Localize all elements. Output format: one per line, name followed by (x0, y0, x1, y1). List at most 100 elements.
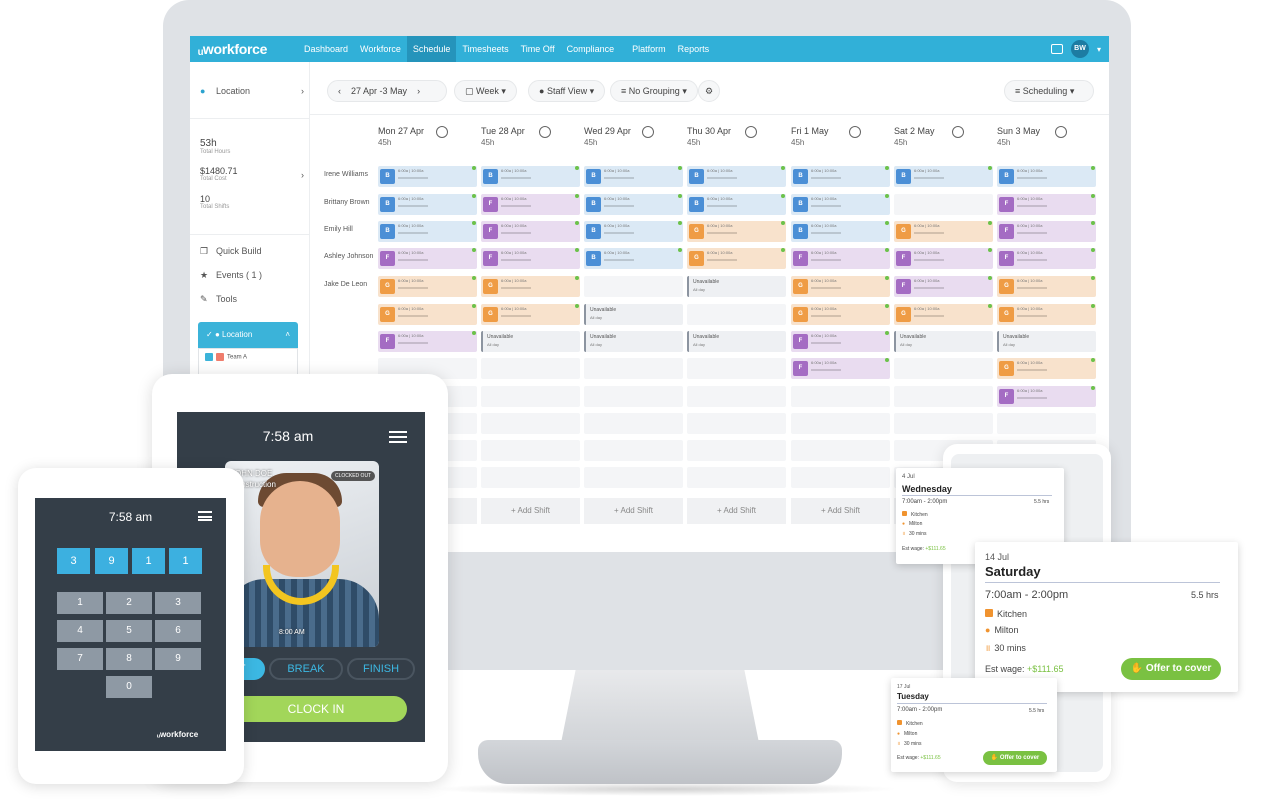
shift-block[interactable]: B 6:00a | 10:00a (791, 194, 890, 215)
shift-block[interactable]: F 6:00a | 10:00a (791, 331, 890, 352)
shift-block[interactable]: F 6:00a | 10:00a (791, 358, 890, 379)
shift-block[interactable]: G 6:00a | 10:00a (894, 304, 993, 325)
empty-cell[interactable] (481, 386, 580, 407)
keypad-key[interactable]: 0 (106, 676, 152, 698)
unavailable-block[interactable]: Unavailable All day (997, 331, 1096, 352)
unavailable-block[interactable]: Unavailable All day (687, 276, 786, 297)
shift-block[interactable]: G 6:00a | 10:00a (481, 276, 580, 297)
shift-block[interactable]: B 6:00a | 10:00a (791, 221, 890, 242)
shift-block[interactable]: F 6:00a | 10:00a (894, 248, 993, 269)
unavailable-block[interactable]: Unavailable All day (894, 331, 993, 352)
empty-cell[interactable] (584, 440, 683, 461)
shift-block[interactable]: F 6:00a | 10:00a (378, 331, 477, 352)
shift-block[interactable]: B 6:00a | 10:00a (584, 166, 683, 187)
shift-block[interactable]: G 6:00a | 10:00a (791, 304, 890, 325)
shift-block[interactable]: B 6:00a | 10:00a (687, 166, 786, 187)
empty-cell[interactable] (584, 413, 683, 434)
empty-cell[interactable] (584, 467, 683, 488)
keypad-key[interactable]: 5 (106, 620, 152, 642)
finish-button[interactable]: FINISH (347, 658, 415, 680)
shift-block[interactable]: F 6:00a | 10:00a (997, 221, 1096, 242)
offer-to-cover-button[interactable]: ✋ Offer to cover (983, 751, 1047, 765)
keypad-key[interactable]: 8 (106, 648, 152, 670)
add-shift-button[interactable]: + Add Shift (481, 498, 580, 524)
empty-cell[interactable] (791, 386, 890, 407)
keypad-key[interactable]: 4 (57, 620, 103, 642)
shift-block[interactable]: F 6:00a | 10:00a (481, 194, 580, 215)
shift-block[interactable]: F 6:00a | 10:00a (481, 221, 580, 242)
keypad-key[interactable]: 1 (57, 592, 103, 614)
unavailable-block[interactable]: Unavailable All day (584, 304, 683, 325)
shift-block[interactable]: F 6:00a | 10:00a (997, 248, 1096, 269)
employee-name[interactable]: Jake De Leon (324, 281, 367, 288)
shift-block[interactable]: F 6:00a | 10:00a (894, 276, 993, 297)
shift-block[interactable]: G 6:00a | 10:00a (894, 221, 993, 242)
shift-block[interactable]: F 6:00a | 10:00a (791, 248, 890, 269)
shift-block[interactable]: F 6:00a | 10:00a (997, 194, 1096, 215)
add-shift-button[interactable]: + Add Shift (687, 498, 786, 524)
shift-block[interactable]: G 6:00a | 10:00a (687, 248, 786, 269)
empty-cell[interactable] (687, 386, 786, 407)
shift-block[interactable]: B 6:00a | 10:00a (584, 248, 683, 269)
unavailable-block[interactable]: Unavailable All day (481, 331, 580, 352)
employee-name[interactable]: Brittany Brown (324, 199, 370, 206)
offer-to-cover-button[interactable]: ✋ Offer to cover (1121, 658, 1221, 680)
add-shift-button[interactable]: + Add Shift (791, 498, 890, 524)
add-shift-button[interactable]: + Add Shift (584, 498, 683, 524)
empty-cell[interactable] (687, 440, 786, 461)
empty-cell[interactable] (481, 440, 580, 461)
shift-block[interactable]: F 6:00a | 10:00a (378, 248, 477, 269)
empty-cell[interactable] (791, 440, 890, 461)
shift-block[interactable]: B 6:00a | 10:00a (584, 194, 683, 215)
menu-icon[interactable] (389, 431, 407, 443)
shift-block[interactable]: G 6:00a | 10:00a (378, 304, 477, 325)
shift-card[interactable]: 14 Jul Saturday 7:00am - 2:00pm 5.5 hrs … (975, 542, 1238, 692)
keypad-key[interactable]: 2 (106, 592, 152, 614)
menu-icon[interactable] (198, 511, 212, 521)
shift-block[interactable]: B 6:00a | 10:00a (687, 194, 786, 215)
empty-cell[interactable] (481, 467, 580, 488)
empty-cell[interactable] (481, 413, 580, 434)
shift-block[interactable]: G 6:00a | 10:00a (687, 221, 786, 242)
shift-block[interactable]: G 6:00a | 10:00a (997, 276, 1096, 297)
empty-cell[interactable] (584, 386, 683, 407)
empty-cell[interactable] (687, 467, 786, 488)
empty-cell[interactable] (894, 194, 993, 215)
unavailable-block[interactable]: Unavailable All day (687, 331, 786, 352)
break-button[interactable]: BREAK (269, 658, 343, 680)
clock-in-button[interactable]: CLOCK IN (225, 696, 407, 722)
keypad-key[interactable]: 9 (155, 648, 201, 670)
shift-block[interactable]: G 6:00a | 10:00a (791, 276, 890, 297)
shift-block[interactable]: F 6:00a | 10:00a (481, 248, 580, 269)
shift-block[interactable]: F 6:00a | 10:00a (997, 386, 1096, 407)
empty-cell[interactable] (894, 386, 993, 407)
shift-block[interactable]: B 6:00a | 10:00a (997, 166, 1096, 187)
empty-cell[interactable] (687, 413, 786, 434)
shift-block[interactable]: G 6:00a | 10:00a (997, 304, 1096, 325)
empty-cell[interactable] (584, 358, 683, 379)
empty-cell[interactable] (997, 413, 1096, 434)
employee-name[interactable]: Irene Williams (324, 171, 368, 178)
keypad-key[interactable]: 3 (155, 592, 201, 614)
shift-block[interactable]: B 6:00a | 10:00a (481, 166, 580, 187)
keypad-key[interactable]: 6 (155, 620, 201, 642)
employee-name[interactable]: Ashley Johnson (324, 253, 373, 260)
empty-cell[interactable] (584, 276, 683, 297)
empty-cell[interactable] (791, 467, 890, 488)
shift-block[interactable]: B 6:00a | 10:00a (378, 221, 477, 242)
shift-block[interactable]: B 6:00a | 10:00a (378, 194, 477, 215)
empty-cell[interactable] (481, 358, 580, 379)
shift-card[interactable]: 17 Jul Tuesday 7:00am - 2:00pm 5.5 hrs K… (891, 678, 1057, 772)
empty-cell[interactable] (894, 358, 993, 379)
unavailable-block[interactable]: Unavailable All day (584, 331, 683, 352)
empty-cell[interactable] (687, 304, 786, 325)
shift-block[interactable]: G 6:00a | 10:00a (997, 358, 1096, 379)
empty-cell[interactable] (791, 413, 890, 434)
shift-block[interactable]: B 6:00a | 10:00a (894, 166, 993, 187)
empty-cell[interactable] (894, 413, 993, 434)
shift-block[interactable]: G 6:00a | 10:00a (378, 276, 477, 297)
shift-block[interactable]: B 6:00a | 10:00a (378, 166, 477, 187)
employee-name[interactable]: Emily Hill (324, 226, 353, 233)
empty-cell[interactable] (687, 358, 786, 379)
shift-block[interactable]: G 6:00a | 10:00a (481, 304, 580, 325)
